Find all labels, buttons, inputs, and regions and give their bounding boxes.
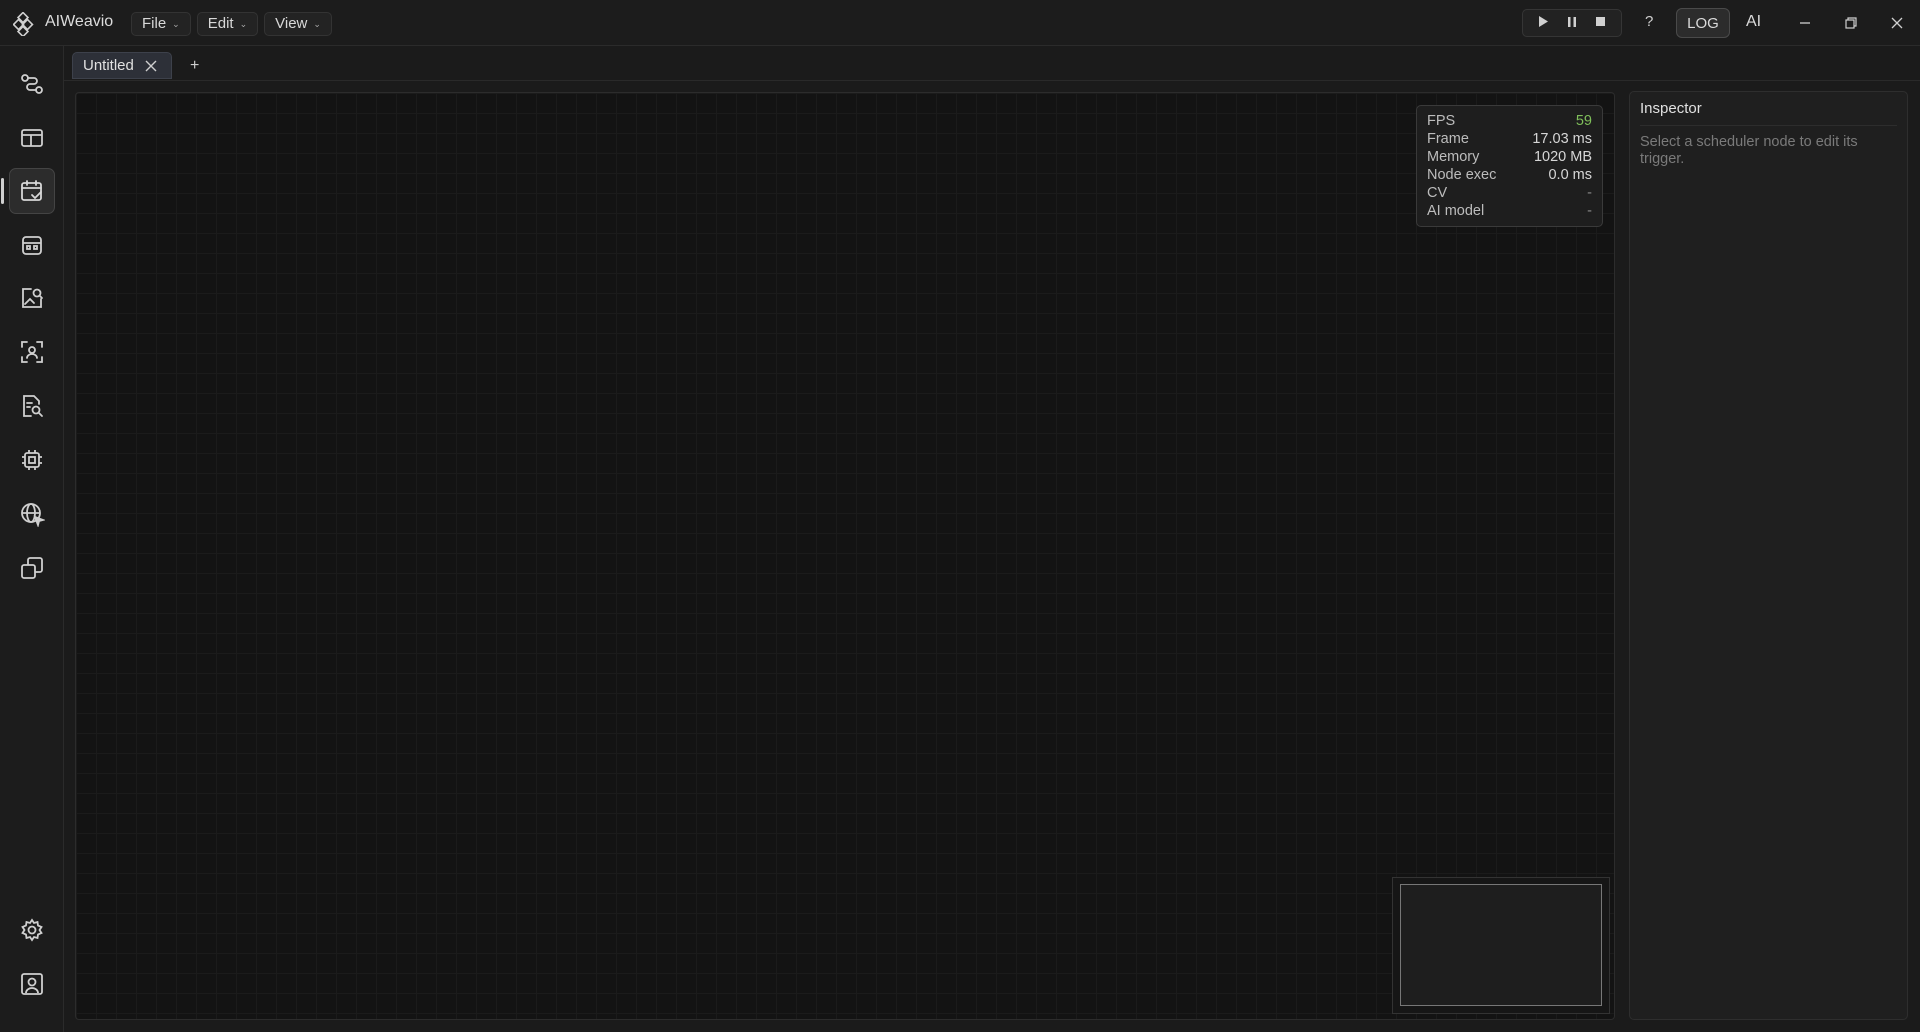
play-icon[interactable]	[1534, 16, 1552, 30]
stat-label: CV	[1427, 185, 1448, 201]
menu-edit-label: Edit	[207, 15, 234, 32]
stat-row-ai-model: AI model -	[1427, 202, 1592, 220]
pause-icon[interactable]	[1563, 16, 1581, 30]
inspector-hint: Select a scheduler node to edit its trig…	[1640, 134, 1858, 167]
stat-value: 17.03 ms	[1532, 131, 1592, 147]
user-card-icon	[21, 973, 43, 995]
menu-view-label: View	[275, 15, 308, 32]
stat-label: Memory	[1427, 149, 1480, 165]
stat-row-fps: FPS 59	[1427, 112, 1592, 130]
stop-icon[interactable]	[1592, 17, 1610, 29]
title-bar: AIWeavio File ⌄ Edit ⌄ View ⌄ ? LOG AI	[0, 0, 1920, 46]
chevron-down-icon: ⌄	[239, 19, 248, 29]
app-name: AIWeavio	[45, 13, 114, 30]
menu-file-label: File	[142, 15, 167, 32]
document-search-icon	[23, 395, 43, 417]
active-indicator	[1, 178, 4, 204]
app-window: AIWeavio File ⌄ Edit ⌄ View ⌄ ? LOG AI U…	[0, 0, 1920, 1032]
stat-label: Frame	[1427, 131, 1469, 147]
layers-icon	[21, 557, 43, 579]
stat-label: Node exec	[1427, 167, 1497, 183]
inspector-panel: Inspector Select a scheduler node to edi…	[1629, 91, 1908, 1020]
stat-value: 0.0 ms	[1548, 167, 1592, 183]
node-canvas[interactable]	[75, 92, 1615, 1020]
sidebar-item-robot[interactable]	[9, 222, 55, 268]
chevron-down-icon: ⌄	[313, 19, 321, 29]
log-button[interactable]: LOG	[1676, 8, 1730, 38]
sidebar-item-scheduler[interactable]	[9, 168, 55, 214]
menu-bar: File ⌄ Edit ⌄ View ⌄	[131, 12, 332, 36]
sidebar-item-web[interactable]	[9, 491, 55, 537]
stat-row-frame: Frame 17.03 ms	[1427, 130, 1592, 148]
sidebar-item-chip[interactable]	[9, 437, 55, 483]
tab-bar: Untitled +	[64, 46, 1920, 81]
app-logo-icon	[13, 12, 34, 36]
chevron-down-icon: ⌄	[172, 19, 180, 29]
stat-label: FPS	[1427, 113, 1456, 129]
chip-icon	[22, 450, 42, 470]
workflow-icon	[21, 74, 43, 94]
face-scan-icon	[21, 341, 43, 363]
sidebar-item-layers[interactable]	[9, 545, 55, 591]
ai-button[interactable]: AI	[1746, 13, 1761, 31]
close-icon[interactable]	[1883, 10, 1911, 36]
dashboard-icon	[21, 129, 43, 147]
add-tab-button[interactable]: +	[190, 57, 199, 75]
stat-value: -	[1587, 185, 1592, 201]
robot-icon	[22, 236, 42, 255]
divider	[1640, 125, 1897, 126]
stat-value: 59	[1575, 113, 1592, 129]
gear-icon	[21, 918, 43, 942]
sidebar	[0, 46, 64, 1032]
stat-row-node-exec: Node exec 0.0 ms	[1427, 166, 1592, 184]
globe-cursor-icon	[21, 503, 45, 527]
calendar-check-icon	[21, 180, 42, 201]
menu-file[interactable]: File ⌄	[131, 12, 191, 36]
restore-icon[interactable]	[1837, 10, 1865, 36]
tab-untitled[interactable]: Untitled	[72, 52, 172, 79]
stat-value: 1020 MB	[1533, 149, 1592, 165]
sidebar-item-image-search[interactable]	[9, 275, 55, 321]
help-button[interactable]: ?	[1645, 13, 1653, 30]
sidebar-item-face-scan[interactable]	[9, 329, 55, 375]
sidebar-item-account[interactable]	[9, 961, 55, 1007]
menu-edit[interactable]: Edit ⌄	[196, 12, 259, 36]
sidebar-item-workflow[interactable]	[9, 61, 55, 107]
stat-label: AI model	[1427, 203, 1485, 219]
stat-value: -	[1587, 203, 1592, 219]
performance-stats: FPS 59 Frame 17.03 ms Memory 1020 MB Nod…	[1416, 105, 1603, 227]
minimize-icon[interactable]	[1791, 10, 1819, 36]
menu-view[interactable]: View ⌄	[264, 12, 332, 36]
transport-controls	[1522, 9, 1622, 37]
sidebar-item-dashboard[interactable]	[9, 115, 55, 161]
tab-label: Untitled	[83, 57, 134, 74]
stat-row-cv: CV -	[1427, 184, 1592, 202]
sidebar-item-settings[interactable]	[9, 907, 55, 953]
stat-row-memory: Memory 1020 MB	[1427, 148, 1592, 166]
sidebar-item-document-search[interactable]	[9, 383, 55, 429]
image-search-icon	[22, 288, 43, 308]
close-tab-icon[interactable]	[144, 59, 158, 73]
minimap-viewport[interactable]	[1400, 884, 1602, 1006]
inspector-title: Inspector	[1640, 100, 1702, 117]
